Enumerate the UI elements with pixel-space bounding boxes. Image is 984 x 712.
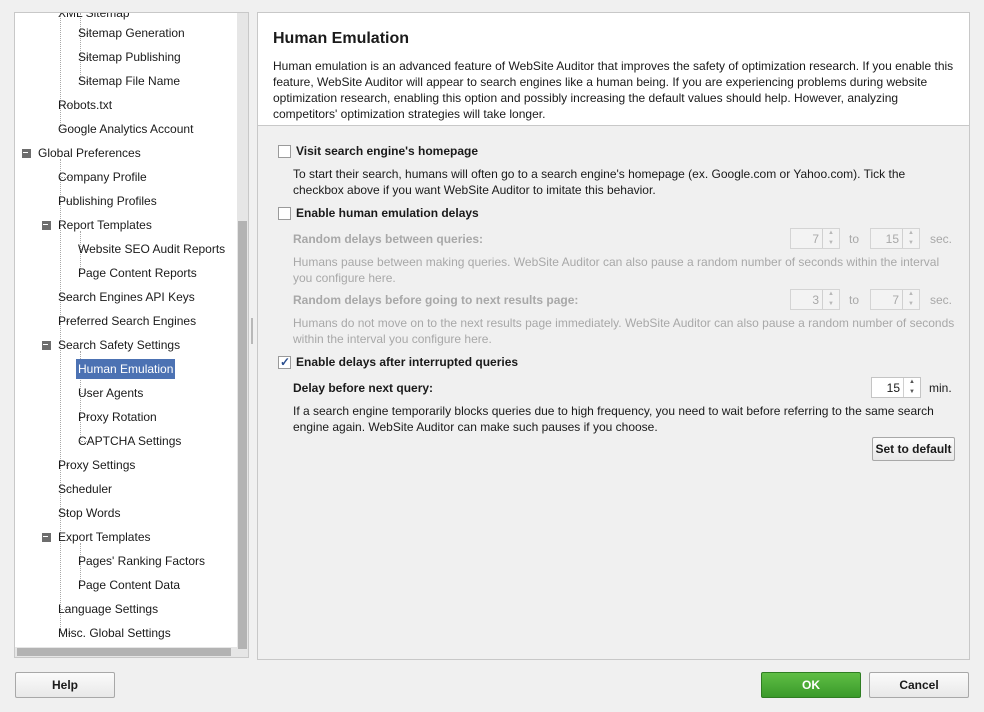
tree-item-sitemap-publishing[interactable]: Sitemap Publishing (76, 47, 183, 67)
tree-item-google-analytics-account[interactable]: Google Analytics Account (56, 119, 195, 139)
tree-item-pages-ranking-factors[interactable]: Pages' Ranking Factors (76, 551, 207, 571)
set-to-default-button[interactable]: Set to default (872, 437, 955, 461)
stepper-down-icon[interactable]: ▼ (903, 239, 919, 248)
tree-item-sitemap-file-name[interactable]: Sitemap File Name (76, 71, 182, 91)
tree-item-publishing-profiles[interactable]: Publishing Profiles (56, 191, 159, 211)
between-queries-to-stepper[interactable]: 15 ▲ ▼ (870, 228, 920, 249)
next-page-from-stepper[interactable]: 3 ▲ ▼ (790, 289, 840, 310)
tree-item-page-content-reports[interactable]: Page Content Reports (76, 263, 199, 283)
tree-item-website-seo-audit-reports[interactable]: Website SEO Audit Reports (76, 239, 227, 259)
stepper-buttons: ▲ ▼ (822, 229, 839, 248)
stepper-down-icon[interactable]: ▼ (903, 300, 919, 309)
tree-item-language-settings[interactable]: Language Settings (56, 599, 160, 619)
stepper-buttons: ▲ ▼ (902, 229, 919, 248)
tree-item-robots-txt[interactable]: Robots.txt (56, 95, 114, 115)
stepper-up-icon[interactable]: ▲ (903, 229, 919, 238)
tree-item-company-profile[interactable]: Company Profile (56, 167, 149, 187)
collapse-icon[interactable] (42, 341, 51, 350)
tree-item-user-agents[interactable]: User Agents (76, 383, 145, 403)
page-title: Human Emulation (273, 30, 410, 47)
tree-horizontal-scrollbar[interactable] (15, 647, 237, 657)
between-queries-from-stepper[interactable]: 7 ▲ ▼ (790, 228, 840, 249)
stepper-up-icon[interactable]: ▲ (904, 378, 920, 387)
stepper-buttons: ▲ ▼ (903, 378, 920, 397)
tree-item-search-safety-settings[interactable]: Search Safety Settings (56, 335, 182, 355)
next-page-help: Humans do not move on to the next result… (293, 316, 955, 346)
next-page-unit: sec. (930, 293, 953, 307)
next-page-to-value: 7 (892, 293, 899, 307)
checkmark-icon: ✓ (280, 355, 291, 369)
tree-item-human-emulation[interactable]: Human Emulation (76, 359, 176, 379)
tree-item-proxy-settings[interactable]: Proxy Settings (56, 455, 137, 475)
between-queries-unit: sec. (930, 232, 953, 246)
settings-tree-panel: XML Sitemap Sitemap Generation Sitemap P… (14, 12, 249, 658)
collapse-icon[interactable] (42, 221, 51, 230)
collapse-icon[interactable] (42, 533, 51, 542)
cancel-button[interactable]: Cancel (869, 672, 969, 698)
tree-item-misc-global-settings[interactable]: Misc. Global Settings (56, 623, 173, 643)
page-header: Human Emulation Human emulation is an ad… (258, 13, 969, 126)
page-description: Human emulation is an advanced feature o… (273, 59, 954, 121)
human-emulation-delays-label[interactable]: Enable human emulation delays (296, 206, 479, 220)
between-queries-from-value: 7 (812, 232, 819, 246)
stepper-up-icon[interactable]: ▲ (823, 290, 839, 299)
settings-tree: XML Sitemap Sitemap Generation Sitemap P… (15, 13, 235, 653)
collapse-icon[interactable] (22, 149, 31, 158)
between-queries-to-word: to (849, 232, 860, 246)
delay-before-next-query-value: 15 (886, 381, 900, 395)
delay-before-next-query-stepper[interactable]: 15 ▲ ▼ (871, 377, 921, 398)
tree-item-sitemap-generation[interactable]: Sitemap Generation (76, 23, 187, 43)
settings-content-panel: Human Emulation Human emulation is an ad… (257, 12, 970, 660)
tree-horizontal-scroll-thumb[interactable] (17, 648, 231, 656)
ok-button[interactable]: OK (761, 672, 861, 698)
stepper-up-icon[interactable]: ▲ (823, 229, 839, 238)
tree-item-export-templates[interactable]: Export Templates (56, 527, 153, 547)
stepper-down-icon[interactable]: ▼ (823, 239, 839, 248)
stepper-down-icon[interactable]: ▼ (823, 300, 839, 309)
interrupted-delays-help: If a search engine temporarily blocks qu… (293, 404, 934, 434)
tree-vertical-scrollbar[interactable] (237, 13, 248, 657)
stepper-buttons: ▲ ▼ (902, 290, 919, 309)
tree-item-scheduler[interactable]: Scheduler (56, 479, 114, 499)
panel-splitter-handle[interactable] (251, 318, 253, 344)
visit-homepage-help: To start their search, humans will often… (293, 167, 906, 197)
tree-item-preferred-search-engines[interactable]: Preferred Search Engines (56, 311, 198, 331)
stepper-up-icon[interactable]: ▲ (903, 290, 919, 299)
help-button[interactable]: Help (15, 672, 115, 698)
tree-item-proxy-rotation[interactable]: Proxy Rotation (76, 407, 159, 427)
stepper-down-icon[interactable]: ▼ (904, 388, 920, 397)
human-emulation-delays-checkbox[interactable] (278, 207, 291, 220)
between-queries-help: Humans pause between making queries. Web… (293, 255, 940, 285)
stepper-buttons: ▲ ▼ (822, 290, 839, 309)
visit-homepage-label[interactable]: Visit search engine's homepage (296, 144, 478, 158)
tree-item-captcha-settings[interactable]: CAPTCHA Settings (76, 431, 183, 451)
tree-item-report-templates[interactable]: Report Templates (56, 215, 154, 235)
tree-item-stop-words[interactable]: Stop Words (56, 503, 122, 523)
interrupted-delays-checkbox[interactable]: ✓ (278, 355, 291, 369)
between-queries-to-value: 15 (885, 232, 899, 246)
next-page-delays-label: Random delays before going to next resul… (293, 293, 579, 307)
tree-item-search-engines-api-keys[interactable]: Search Engines API Keys (56, 287, 197, 307)
tree-vertical-scroll-thumb[interactable] (238, 221, 247, 649)
next-page-from-value: 3 (812, 293, 819, 307)
interrupted-delays-label[interactable]: Enable delays after interrupted queries (296, 355, 518, 369)
delay-before-next-query-unit: min. (929, 381, 952, 395)
tree-item-global-preferences[interactable]: Global Preferences (36, 143, 143, 163)
next-page-to-word: to (849, 293, 860, 307)
next-page-to-stepper[interactable]: 7 ▲ ▼ (870, 289, 920, 310)
tree-item-page-content-data[interactable]: Page Content Data (76, 575, 182, 595)
delay-before-next-query-label: Delay before next query: (293, 381, 434, 395)
visit-homepage-checkbox[interactable] (278, 145, 291, 158)
tree-item-xml-sitemap[interactable]: XML Sitemap (56, 13, 132, 23)
between-queries-label: Random delays between queries: (293, 232, 484, 246)
